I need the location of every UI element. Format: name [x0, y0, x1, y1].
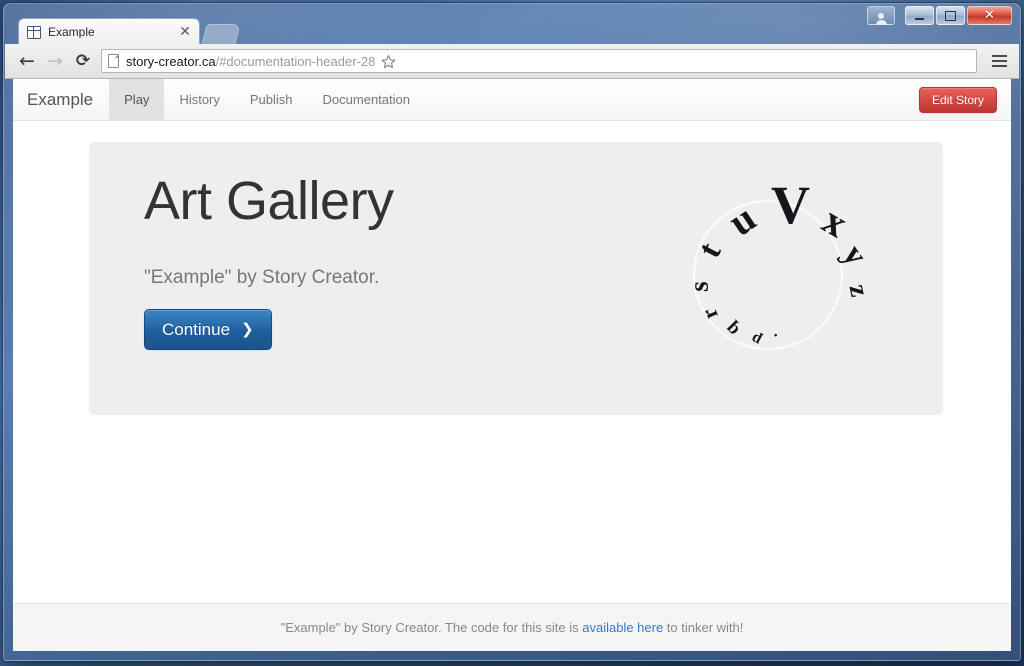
- tab-favicon-icon: [27, 25, 41, 39]
- circular-alphabet-graphic: Vutsrqp.xyz: [663, 172, 903, 387]
- available-here-link[interactable]: available here: [582, 620, 663, 635]
- hamburger-menu-icon[interactable]: [987, 49, 1011, 73]
- star-icon[interactable]: [379, 52, 397, 70]
- browser-toolbar: ← → ⟳ story-creator.ca/#documentation-he…: [5, 44, 1019, 79]
- url-path: /#documentation-header-28: [215, 53, 376, 69]
- page-document-icon: [108, 54, 119, 68]
- browser-window: Example ✕ ✕ ← → ⟳ story-creator.ca/#docu…: [3, 3, 1021, 661]
- page-title: Art Gallery: [144, 171, 394, 231]
- reload-button-icon[interactable]: ⟳: [69, 47, 97, 75]
- maximize-button[interactable]: [936, 6, 965, 25]
- window-caption-buttons: ✕: [867, 6, 1012, 25]
- new-tab-button[interactable]: [201, 24, 241, 45]
- menu-line: [991, 60, 1007, 62]
- site-brand[interactable]: Example: [13, 79, 109, 120]
- menu-line: [991, 55, 1007, 57]
- artwork-letter: V: [771, 175, 810, 235]
- footer-text-after: to tinker with!: [663, 620, 744, 635]
- page-viewport: Example Play History Publish Documentati…: [13, 79, 1011, 651]
- back-button-icon[interactable]: ←: [13, 47, 41, 75]
- artwork-letter: y: [835, 238, 875, 273]
- footer-text: "Example" by Story Creator. The code for…: [281, 621, 744, 634]
- site-footer: "Example" by Story Creator. The code for…: [13, 603, 1011, 651]
- address-bar[interactable]: story-creator.ca/#documentation-header-2…: [101, 49, 977, 73]
- artwork-letter: s: [683, 280, 714, 293]
- browser-tab[interactable]: Example ✕: [18, 18, 200, 45]
- site-navbar: Example Play History Publish Documentati…: [13, 79, 1011, 121]
- artwork-circle-path: [693, 200, 843, 350]
- person-icon: [875, 12, 887, 25]
- nav-item-history[interactable]: History: [164, 79, 234, 120]
- address-bar-url: story-creator.ca/#documentation-header-2…: [126, 55, 375, 68]
- menu-line: [991, 65, 1007, 67]
- nav-item-documentation[interactable]: Documentation: [308, 79, 425, 120]
- url-host: story-creator.ca: [126, 53, 216, 69]
- tab-title: Example: [48, 26, 95, 38]
- browser-title-bar: Example ✕ ✕: [4, 4, 1020, 45]
- continue-button[interactable]: Continue ❯: [144, 309, 272, 350]
- close-window-button[interactable]: ✕: [967, 6, 1012, 25]
- hero-subtitle: "Example" by Story Creator.: [144, 267, 380, 288]
- edit-story-button[interactable]: Edit Story: [918, 87, 997, 113]
- footer-text-before: "Example" by Story Creator. The code for…: [280, 620, 583, 635]
- minimize-button[interactable]: [905, 6, 934, 25]
- forward-button-icon[interactable]: →: [41, 47, 69, 75]
- artwork-letter: z: [843, 281, 876, 300]
- tab-close-icon[interactable]: ✕: [177, 24, 193, 40]
- continue-button-label: Continue: [162, 320, 231, 339]
- nav-item-play[interactable]: Play: [109, 79, 165, 120]
- hero-panel: Art Gallery "Example" by Story Creator. …: [89, 142, 943, 415]
- artwork-letter: x: [815, 197, 856, 247]
- user-account-button[interactable]: [867, 6, 895, 25]
- nav-item-publish[interactable]: Publish: [235, 79, 308, 120]
- chevron-right-icon: ❯: [241, 320, 254, 338]
